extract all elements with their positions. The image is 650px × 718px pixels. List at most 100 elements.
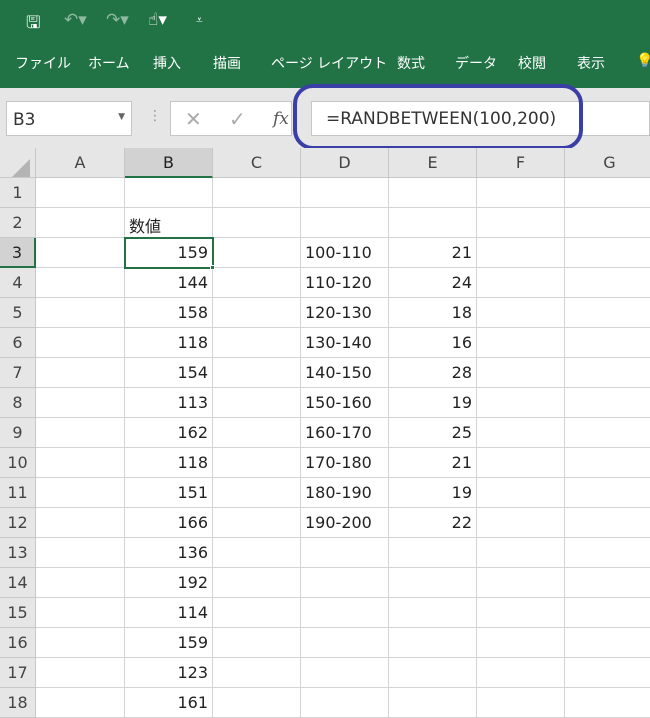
cell-E1[interactable]	[389, 178, 477, 208]
cell-F12[interactable]	[477, 508, 565, 538]
cell-B14[interactable]: 192	[125, 568, 213, 598]
cell-D12[interactable]: 190-200	[301, 508, 389, 538]
redo-icon[interactable]: ↷▾	[106, 10, 129, 30]
undo-icon[interactable]: ↶▾	[64, 10, 87, 30]
cell-C4[interactable]	[213, 268, 301, 298]
cell-E11[interactable]: 19	[389, 478, 477, 508]
row-header-11[interactable]: 11	[0, 478, 36, 508]
cell-F16[interactable]	[477, 628, 565, 658]
column-header-A[interactable]: A	[36, 148, 125, 178]
cell-F2[interactable]	[477, 208, 565, 238]
tab-0[interactable]: ファイル	[15, 53, 71, 73]
cell-B5[interactable]: 158	[125, 298, 213, 328]
cell-A17[interactable]	[36, 658, 125, 688]
cell-A14[interactable]	[36, 568, 125, 598]
cell-F8[interactable]	[477, 388, 565, 418]
cell-C3[interactable]	[213, 238, 301, 268]
cell-C13[interactable]	[213, 538, 301, 568]
cell-F4[interactable]	[477, 268, 565, 298]
save-icon[interactable]: 🖫	[26, 10, 40, 39]
cell-D9[interactable]: 160-170	[301, 418, 389, 448]
cell-B8[interactable]: 113	[125, 388, 213, 418]
cell-D2[interactable]	[301, 208, 389, 238]
cell-E18[interactable]	[389, 688, 477, 718]
row-header-6[interactable]: 6	[0, 328, 36, 358]
select-all-button[interactable]	[0, 148, 36, 178]
cell-B16[interactable]: 159	[125, 628, 213, 658]
drag-handle-icon[interactable]: ⋮	[148, 108, 162, 124]
cell-A1[interactable]	[36, 178, 125, 208]
tab-4[interactable]: ページ レイアウト	[271, 53, 387, 73]
cell-B12[interactable]: 166	[125, 508, 213, 538]
cell-B13[interactable]: 136	[125, 538, 213, 568]
cell-C11[interactable]	[213, 478, 301, 508]
column-header-D[interactable]: D	[301, 148, 389, 178]
cell-A5[interactable]	[36, 298, 125, 328]
cell-G14[interactable]	[565, 568, 650, 598]
column-header-F[interactable]: F	[477, 148, 565, 178]
cell-C1[interactable]	[213, 178, 301, 208]
cell-F5[interactable]	[477, 298, 565, 328]
cell-G16[interactable]	[565, 628, 650, 658]
cell-C17[interactable]	[213, 658, 301, 688]
cell-A18[interactable]	[36, 688, 125, 718]
cell-C9[interactable]	[213, 418, 301, 448]
cell-C5[interactable]	[213, 298, 301, 328]
row-header-2[interactable]: 2	[0, 208, 36, 238]
tab-6[interactable]: データ	[455, 53, 497, 73]
cell-B11[interactable]: 151	[125, 478, 213, 508]
row-header-14[interactable]: 14	[0, 568, 36, 598]
cell-G6[interactable]	[565, 328, 650, 358]
cell-F11[interactable]	[477, 478, 565, 508]
cell-B18[interactable]: 161	[125, 688, 213, 718]
cell-D6[interactable]: 130-140	[301, 328, 389, 358]
cell-F3[interactable]	[477, 238, 565, 268]
cell-E15[interactable]	[389, 598, 477, 628]
cell-D8[interactable]: 150-160	[301, 388, 389, 418]
cell-C7[interactable]	[213, 358, 301, 388]
cell-B6[interactable]: 118	[125, 328, 213, 358]
column-header-C[interactable]: C	[213, 148, 301, 178]
cell-B9[interactable]: 162	[125, 418, 213, 448]
row-header-9[interactable]: 9	[0, 418, 36, 448]
row-header-1[interactable]: 1	[0, 178, 36, 208]
row-header-4[interactable]: 4	[0, 268, 36, 298]
cell-C15[interactable]	[213, 598, 301, 628]
cell-G13[interactable]	[565, 538, 650, 568]
row-header-17[interactable]: 17	[0, 658, 36, 688]
cell-A13[interactable]	[36, 538, 125, 568]
cell-D16[interactable]	[301, 628, 389, 658]
tab-7[interactable]: 校閲	[518, 53, 546, 73]
cell-G2[interactable]	[565, 208, 650, 238]
cell-E3[interactable]: 21	[389, 238, 477, 268]
cell-D18[interactable]	[301, 688, 389, 718]
cell-G12[interactable]	[565, 508, 650, 538]
cell-F15[interactable]	[477, 598, 565, 628]
cell-E12[interactable]: 22	[389, 508, 477, 538]
cell-C8[interactable]	[213, 388, 301, 418]
cell-E4[interactable]: 24	[389, 268, 477, 298]
cell-E16[interactable]	[389, 628, 477, 658]
cell-C16[interactable]	[213, 628, 301, 658]
cell-A16[interactable]	[36, 628, 125, 658]
cell-D13[interactable]	[301, 538, 389, 568]
cell-D11[interactable]: 180-190	[301, 478, 389, 508]
cell-B3[interactable]: 159	[124, 237, 215, 270]
insert-function-icon[interactable]: fx	[273, 109, 289, 129]
row-header-7[interactable]: 7	[0, 358, 36, 388]
column-header-E[interactable]: E	[389, 148, 477, 178]
cell-B4[interactable]: 144	[125, 268, 213, 298]
cell-G8[interactable]	[565, 388, 650, 418]
column-header-B[interactable]: B	[125, 148, 213, 178]
cell-G10[interactable]	[565, 448, 650, 478]
cell-A7[interactable]	[36, 358, 125, 388]
cell-A10[interactable]	[36, 448, 125, 478]
cell-D5[interactable]: 120-130	[301, 298, 389, 328]
cell-A3[interactable]	[36, 238, 125, 268]
cell-E8[interactable]: 19	[389, 388, 477, 418]
cell-D4[interactable]: 110-120	[301, 268, 389, 298]
cell-E17[interactable]	[389, 658, 477, 688]
cell-F9[interactable]	[477, 418, 565, 448]
cell-E13[interactable]	[389, 538, 477, 568]
enter-icon[interactable]: ✓	[229, 107, 246, 131]
